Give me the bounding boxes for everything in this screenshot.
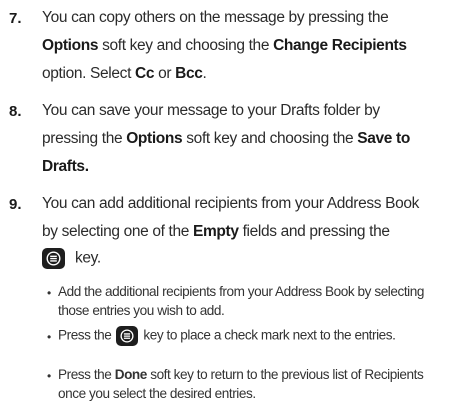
manual-page: 7. You can copy others on the message by… xyxy=(0,0,469,417)
bullet-dot: • xyxy=(47,286,52,300)
change-recipients-term: Change Recipients xyxy=(273,37,407,54)
step-line: You can save your message to your Drafts… xyxy=(42,102,380,119)
save-to-term: Save to xyxy=(357,130,410,147)
step-line: by selecting one of the Empty fields and… xyxy=(42,223,390,240)
step-number: 7. xyxy=(9,10,22,27)
step-line: key. xyxy=(42,248,101,269)
bcc-term: Bcc xyxy=(175,65,203,82)
ok-key-icon xyxy=(116,326,139,346)
bullet-dot: • xyxy=(47,369,52,383)
bullet-line: Add the additional recipients from your … xyxy=(58,284,424,299)
options-softkey-term: Options xyxy=(126,130,183,147)
step-number: 9. xyxy=(9,196,22,213)
step-number: 8. xyxy=(9,103,22,120)
bullet-line: Press the Done soft key to return to the… xyxy=(58,367,424,382)
step-line: You can copy others on the message by pr… xyxy=(42,9,389,26)
step-line: option. Select Cc or Bcc. xyxy=(42,65,207,82)
bullet-line: Press the key to place a check mark next… xyxy=(58,326,396,346)
drafts-term: Drafts. xyxy=(42,158,89,175)
step-line: Options soft key and choosing the Change… xyxy=(42,37,407,54)
options-softkey-term: Options xyxy=(42,37,99,54)
step-line: pressing the Options soft key and choosi… xyxy=(42,130,410,147)
empty-term: Empty xyxy=(193,223,239,240)
step-line: Drafts. xyxy=(42,158,89,176)
ok-key-icon xyxy=(42,248,65,269)
bullet-dot: • xyxy=(47,330,52,344)
done-softkey-term: Done xyxy=(114,367,148,382)
bullet-line: those entries you wish to add. xyxy=(58,303,225,318)
bullet-line: once you select the desired entries. xyxy=(58,386,256,401)
step-line: You can add additional recipients from y… xyxy=(42,195,420,212)
cc-term: Cc xyxy=(134,65,155,82)
